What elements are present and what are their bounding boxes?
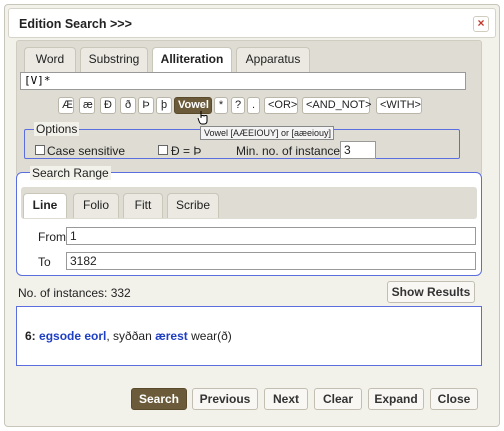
result-line[interactable]: 6: egsode eorl, syððan ærest wear(ð) <box>25 329 232 343</box>
instances-count: No. of instances: 332 <box>18 286 131 300</box>
range-tab-line[interactable]: Line <box>23 193 67 218</box>
range-tabs-bar: Line Folio Fitt Scribe <box>21 187 477 219</box>
cursor-icon <box>197 111 208 125</box>
to-input[interactable]: 3182 <box>66 252 476 270</box>
to-label: To <box>38 255 51 269</box>
op-button-with[interactable]: <WITH> <box>376 97 422 114</box>
case-sensitive-checkbox[interactable] <box>35 145 45 155</box>
min-instances-label: Min. no. of instances <box>236 144 347 158</box>
range-legend: Search Range <box>30 166 111 180</box>
min-instances-input[interactable]: 3 <box>340 141 376 159</box>
title-bar: Edition Search >>> × <box>8 8 496 38</box>
case-sensitive-label: Case sensitive <box>47 144 126 158</box>
close-icon[interactable]: × <box>473 16 489 32</box>
result-line-number: 6: <box>25 329 36 343</box>
result-text: wear(ð) <box>187 329 232 343</box>
eth-thorn-label: Ð = Þ <box>171 144 202 158</box>
tab-word[interactable]: Word <box>24 47 76 72</box>
result-match-word: ærest <box>155 329 188 343</box>
char-button-eth[interactable]: ð <box>120 97 136 114</box>
result-match-word: egsode <box>39 329 82 343</box>
char-button-thorn[interactable]: þ <box>156 97 172 114</box>
next-button[interactable]: Next <box>264 388 308 410</box>
close-button[interactable]: Close <box>430 388 478 410</box>
char-button-THORN[interactable]: Þ <box>138 97 154 114</box>
from-label: From <box>38 230 66 244</box>
char-button-question[interactable]: ? <box>231 97 245 114</box>
result-text: , syððan <box>106 329 156 343</box>
clear-button[interactable]: Clear <box>314 388 362 410</box>
op-button-or[interactable]: <OR> <box>264 97 298 114</box>
op-button-and-not[interactable]: <AND_NOT> <box>302 97 371 114</box>
range-tab-folio[interactable]: Folio <box>73 193 119 218</box>
search-button[interactable]: Search <box>131 388 187 410</box>
tab-apparatus[interactable]: Apparatus <box>236 47 310 72</box>
tab-alliteration[interactable]: Alliteration <box>152 47 232 72</box>
dialog-title: Edition Search >>> <box>19 17 132 31</box>
results-panel: 6: egsode eorl, syððan ærest wear(ð) <box>16 306 482 366</box>
expand-button[interactable]: Expand <box>368 388 424 410</box>
pattern-input[interactable]: [V]* <box>20 72 466 90</box>
previous-button[interactable]: Previous <box>192 388 258 410</box>
range-tab-fitt[interactable]: Fitt <box>123 193 163 218</box>
from-input[interactable]: 1 <box>66 227 476 245</box>
options-legend: Options <box>34 122 80 136</box>
tab-substring[interactable]: Substring <box>80 47 148 72</box>
eth-thorn-checkbox[interactable] <box>158 145 168 155</box>
show-results-button[interactable]: Show Results <box>387 281 475 303</box>
range-tab-scribe[interactable]: Scribe <box>167 193 219 218</box>
char-button-dot[interactable]: . <box>247 97 260 114</box>
char-button-ae[interactable]: æ <box>79 97 95 114</box>
char-button-star[interactable]: * <box>214 97 228 114</box>
char-button-AE[interactable]: Æ <box>58 97 74 114</box>
char-button-ETH[interactable]: Ð <box>100 97 116 114</box>
vowel-tooltip: Vowel [AÆEIOUY] or [aæeiouy] <box>200 126 334 140</box>
result-match-word: eorl <box>84 329 107 343</box>
